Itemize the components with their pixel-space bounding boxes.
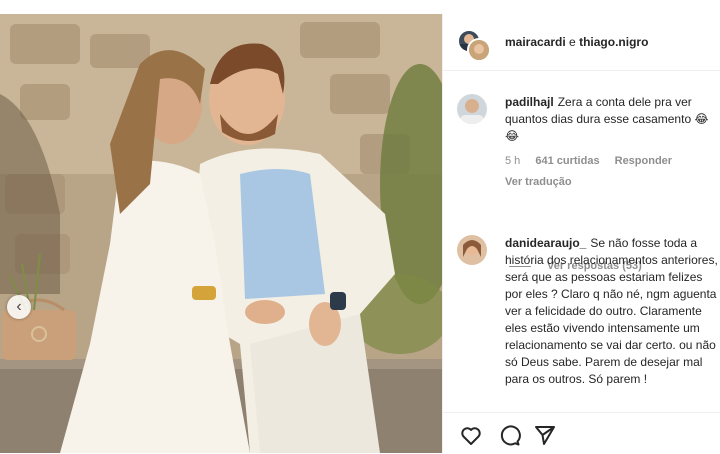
- comment-username[interactable]: danidearaujo_: [505, 236, 586, 250]
- comment-username[interactable]: padilhajl: [505, 95, 554, 109]
- author-username[interactable]: mairacardi: [505, 35, 566, 49]
- post-header: mairacardi e thiago.nigro: [443, 14, 720, 71]
- avatar[interactable]: [457, 94, 487, 124]
- comments-list[interactable]: padilhajl Zera a conta dele pra ver quant…: [443, 72, 720, 412]
- top-bar: [0, 0, 720, 14]
- post-actions-bar: [443, 412, 720, 454]
- send-icon[interactable]: [533, 423, 557, 447]
- post-photo[interactable]: ‹: [0, 14, 442, 453]
- comment-text: Se não fosse toda a história dos relacio…: [505, 236, 718, 386]
- comment-body: padilhajl Zera a conta dele pra ver quant…: [505, 94, 719, 191]
- post-authors: mairacardi e thiago.nigro: [505, 35, 648, 49]
- avatar: [467, 38, 491, 62]
- comment-likes[interactable]: 641 curtidas: [535, 155, 599, 167]
- avatar[interactable]: [457, 235, 487, 265]
- authors-conjunction: e: [569, 35, 576, 49]
- carousel-previous-button[interactable]: ‹: [7, 295, 31, 319]
- comment-icon[interactable]: [497, 423, 521, 447]
- author-username[interactable]: thiago.nigro: [579, 35, 648, 49]
- chevron-left-icon: ‹: [16, 298, 22, 315]
- reply-button[interactable]: Responder: [615, 155, 672, 167]
- collab-avatars[interactable]: [457, 29, 491, 62]
- post-side-panel: mairacardi e thiago.nigro padilhajl Zera …: [442, 14, 720, 454]
- couple-photo-illustration: [0, 14, 442, 453]
- comment-body: danidearaujo_ Se não fosse toda a históri…: [505, 235, 719, 388]
- see-translation-link[interactable]: Ver tradução: [505, 174, 719, 191]
- comment-meta: 5 h 641 curtidas Responder: [505, 153, 719, 170]
- heart-icon[interactable]: [459, 423, 483, 447]
- comment-time: 5 h: [505, 155, 521, 167]
